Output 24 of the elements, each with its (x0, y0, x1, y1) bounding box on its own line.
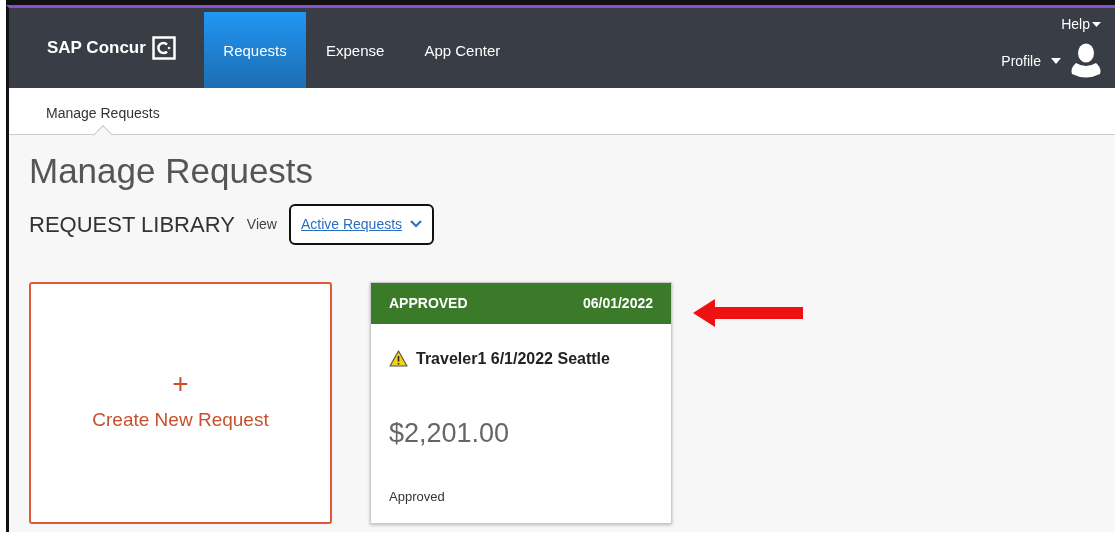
create-request-card[interactable]: + Create New Request (29, 281, 332, 524)
view-dropdown[interactable]: Active Requests (288, 203, 435, 245)
user-avatar-icon[interactable] (1071, 43, 1101, 79)
caret-icon (1051, 58, 1061, 64)
page-title: Manage Requests (29, 152, 315, 191)
nav-tab[interactable]: Expense (306, 8, 405, 88)
chevron-down-icon (410, 220, 423, 228)
create-request-label: Create New Request (92, 408, 269, 433)
brand-name: SAP Concur (47, 37, 146, 60)
request-status: Approved (389, 488, 446, 506)
profile-menu[interactable]: Profile (1001, 50, 1041, 72)
plus-icon: + (172, 370, 189, 399)
view-label: View (246, 214, 277, 234)
request-amount: $2,201.00 (389, 416, 511, 450)
caret-icon (1092, 21, 1101, 28)
logo-icon (151, 36, 176, 60)
help-menu[interactable]: Help (1061, 14, 1101, 35)
status-text: APPROVED (389, 293, 468, 313)
request-date: 06/01/2022 (582, 293, 653, 313)
section-title: REQUEST LIBRARY (29, 210, 235, 239)
request-name: Traveler1 6/1/2022 Seattle (416, 348, 610, 369)
nav-tab[interactable]: App Center (404, 8, 521, 88)
nav-tab[interactable]: Requests (204, 12, 306, 88)
request-card[interactable]: APPROVED 06/01/2022 Traveler1 6/1/2022 Seattle $2,201.00 Approved (370, 281, 672, 524)
